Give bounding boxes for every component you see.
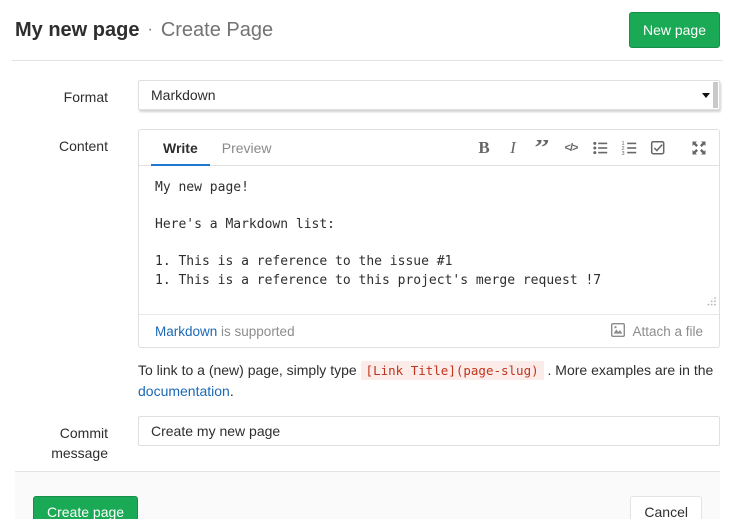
create-page-button[interactable]: Create page <box>33 496 138 519</box>
fullscreen-icon[interactable] <box>691 140 707 156</box>
format-row: Format Markdown <box>15 80 720 110</box>
link-help-text: To link to a (new) page, simply type [Li… <box>138 360 720 401</box>
toolbar-icons: B I ” </> <box>476 130 707 165</box>
commit-message-input[interactable] <box>138 416 720 446</box>
textarea-wrap: My new page! Here's a Markdown list: 1. … <box>139 166 719 314</box>
bulleted-list-icon[interactable] <box>592 140 608 156</box>
commit-message-label: Commit message <box>15 416 108 463</box>
page-subtitle: Create Page <box>161 19 273 42</box>
tab-write[interactable]: Write <box>151 130 210 165</box>
supported-label: is supported <box>217 324 294 339</box>
page-title: My new page <box>15 19 139 42</box>
markdown-editor: Write Preview B I ” </> <box>138 129 720 348</box>
content-textarea[interactable]: My new page! Here's a Markdown list: 1. … <box>139 166 719 314</box>
link-syntax-code: [Link Title](page-slug) <box>361 361 544 380</box>
bold-icon[interactable]: B <box>476 140 492 156</box>
quote-icon[interactable]: ” <box>534 140 550 156</box>
code-icon[interactable]: </> <box>563 140 579 156</box>
wiki-form: Format Markdown Content Write Preview <box>0 80 735 463</box>
svg-text:3: 3 <box>622 150 625 155</box>
help-text-period: . <box>230 383 234 399</box>
create-wiki-page: My new page · Create Page New page Forma… <box>0 0 735 519</box>
form-actions-footer: Create page Cancel <box>15 471 720 519</box>
title-separator: · <box>147 21 152 39</box>
cancel-button[interactable]: Cancel <box>630 496 702 519</box>
page-title-group: My new page · Create Page <box>15 19 273 42</box>
header: My new page · Create Page New page <box>0 0 735 58</box>
content-label: Content <box>15 129 108 156</box>
editor-tabs: Write Preview <box>151 130 284 165</box>
help-text-before: To link to a (new) page, simply type <box>138 362 361 378</box>
new-page-button[interactable]: New page <box>629 12 720 48</box>
attach-file-label: Attach a file <box>632 324 703 339</box>
chevron-down-icon <box>702 93 710 98</box>
select-scroll-strip <box>713 82 718 108</box>
format-select[interactable]: Markdown <box>138 80 720 110</box>
help-text-after: . More examples are in the <box>544 362 714 378</box>
markdown-supported-text: Markdown is supported <box>155 324 295 339</box>
attach-file-button[interactable]: Attach a file <box>610 322 703 341</box>
format-label: Format <box>15 80 108 107</box>
format-selected-value: Markdown <box>151 87 216 103</box>
markdown-help-link[interactable]: Markdown <box>155 324 217 339</box>
header-divider <box>12 60 723 61</box>
documentation-link[interactable]: documentation <box>138 383 230 399</box>
content-row: Content Write Preview B I ” </> <box>15 129 720 348</box>
attach-image-icon <box>610 322 626 341</box>
italic-icon[interactable]: I <box>505 140 521 156</box>
editor-toolbar: Write Preview B I ” </> <box>139 130 719 166</box>
editor-footer: Markdown is supported Attach a file <box>139 314 719 347</box>
task-list-icon[interactable] <box>650 140 666 156</box>
tab-preview[interactable]: Preview <box>210 130 284 165</box>
numbered-list-icon[interactable]: 1 2 3 <box>621 140 637 156</box>
commit-row: Commit message <box>15 416 720 463</box>
